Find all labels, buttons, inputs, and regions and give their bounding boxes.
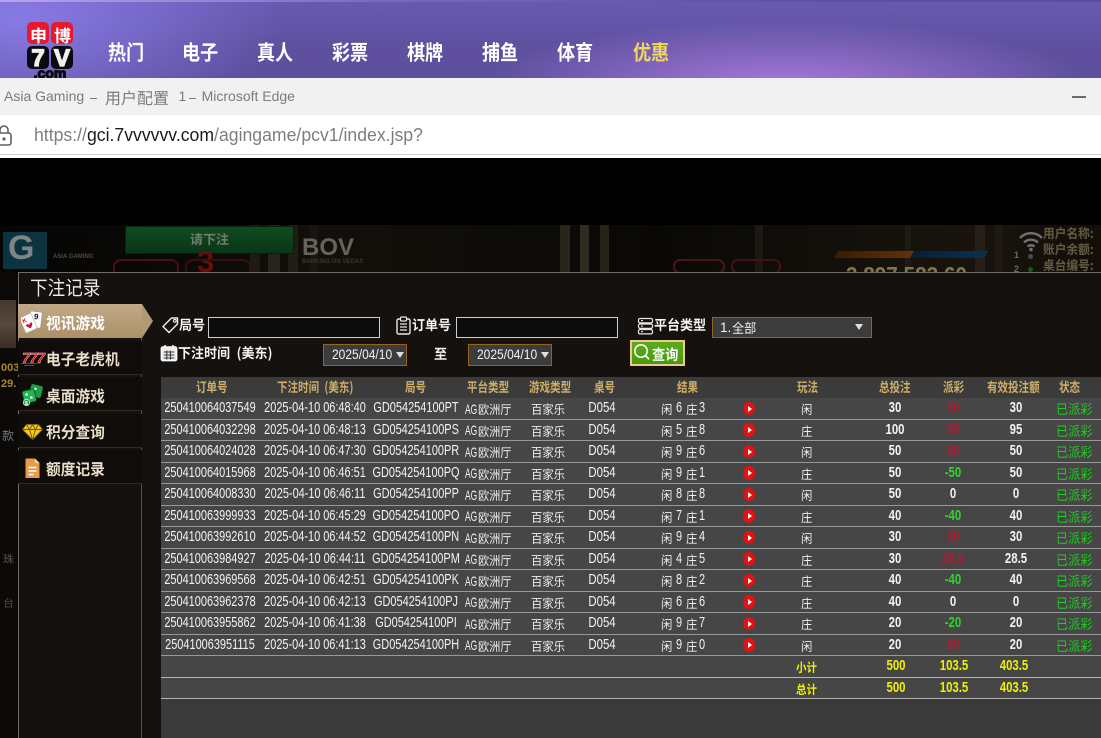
svg-text:$: $: [25, 401, 28, 407]
